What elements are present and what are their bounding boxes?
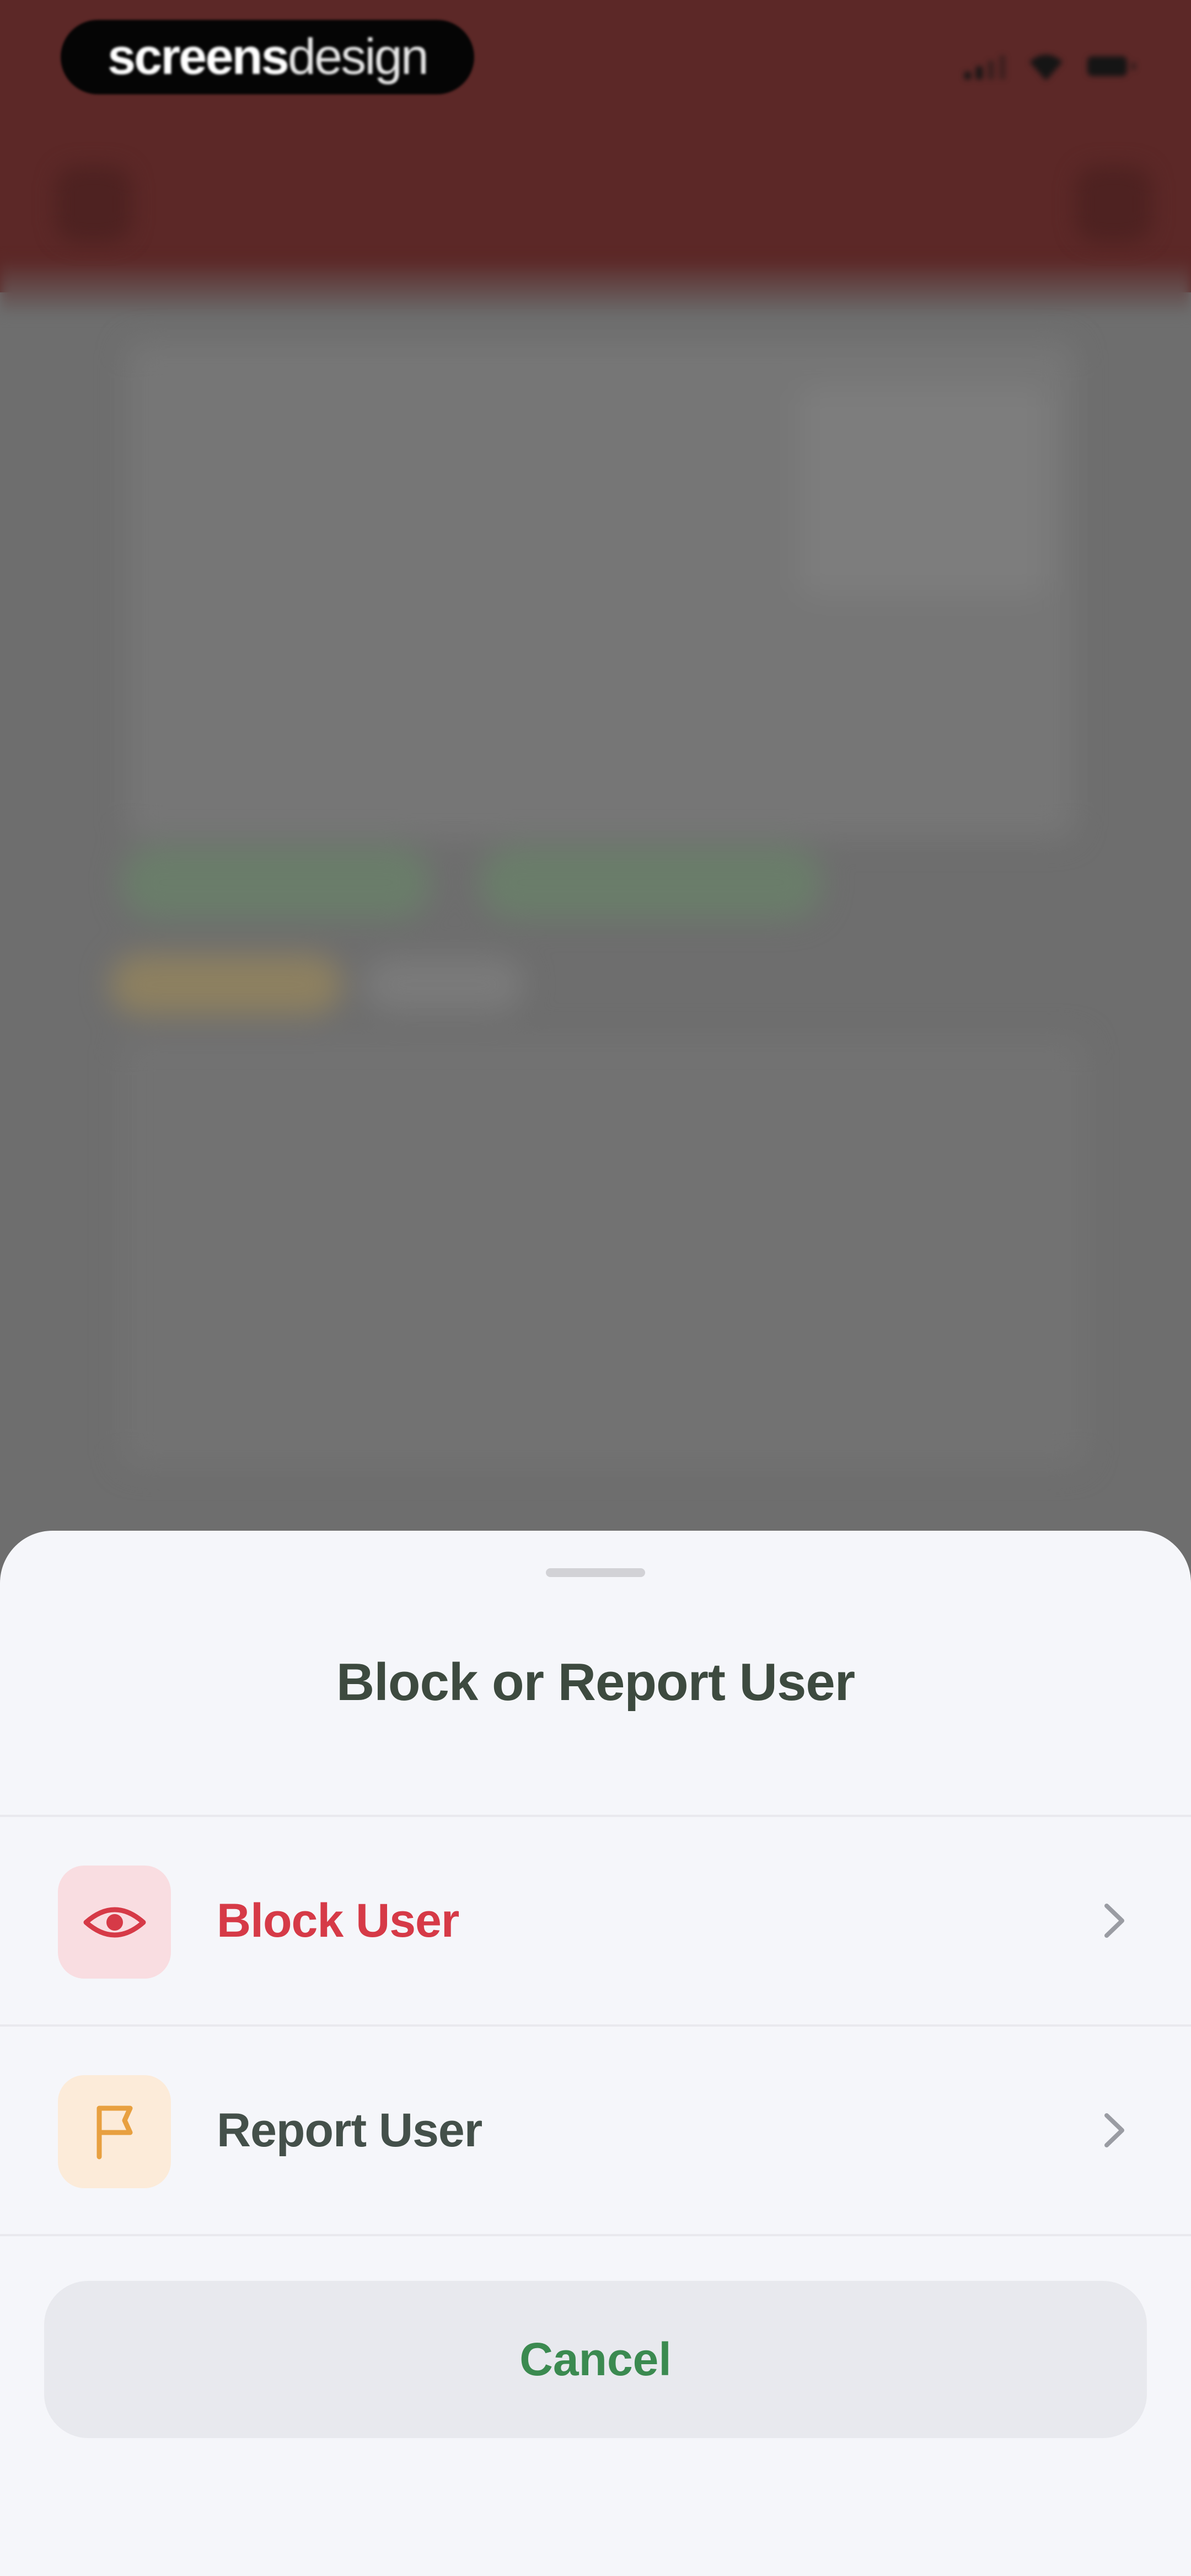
block-user-label: Block User <box>217 1894 459 1947</box>
battery-icon <box>1087 56 1136 76</box>
status-bar <box>964 47 1141 85</box>
chevron-right-icon <box>1104 2113 1124 2147</box>
wifi-icon <box>1029 55 1063 81</box>
chevron-right-icon <box>1104 1904 1124 1938</box>
action-sheet: Block or Report User Block User Report U… <box>0 1531 1191 2576</box>
sheet-title: Block or Report User <box>336 1653 855 1712</box>
divider <box>0 2024 1191 2027</box>
block-icon-tile <box>58 1866 171 1979</box>
block-user-option[interactable]: Block User <box>0 1818 1191 2024</box>
report-icon-tile <box>58 2075 171 2188</box>
flag-icon <box>96 2105 132 2159</box>
cancel-button[interactable]: Cancel <box>44 2281 1147 2438</box>
report-user-option[interactable]: Report User <box>0 2027 1191 2234</box>
divider <box>0 2234 1191 2236</box>
screensdesign-watermark: screensdesign <box>61 20 474 94</box>
watermark-bold: screens <box>108 29 289 85</box>
cellular-signal-icon <box>964 53 1006 79</box>
drag-handle[interactable] <box>546 1568 645 1577</box>
divider <box>0 1815 1191 1817</box>
eye-icon <box>83 1907 146 1937</box>
watermark-light: design <box>287 29 429 85</box>
report-user-label: Report User <box>217 2104 482 2157</box>
